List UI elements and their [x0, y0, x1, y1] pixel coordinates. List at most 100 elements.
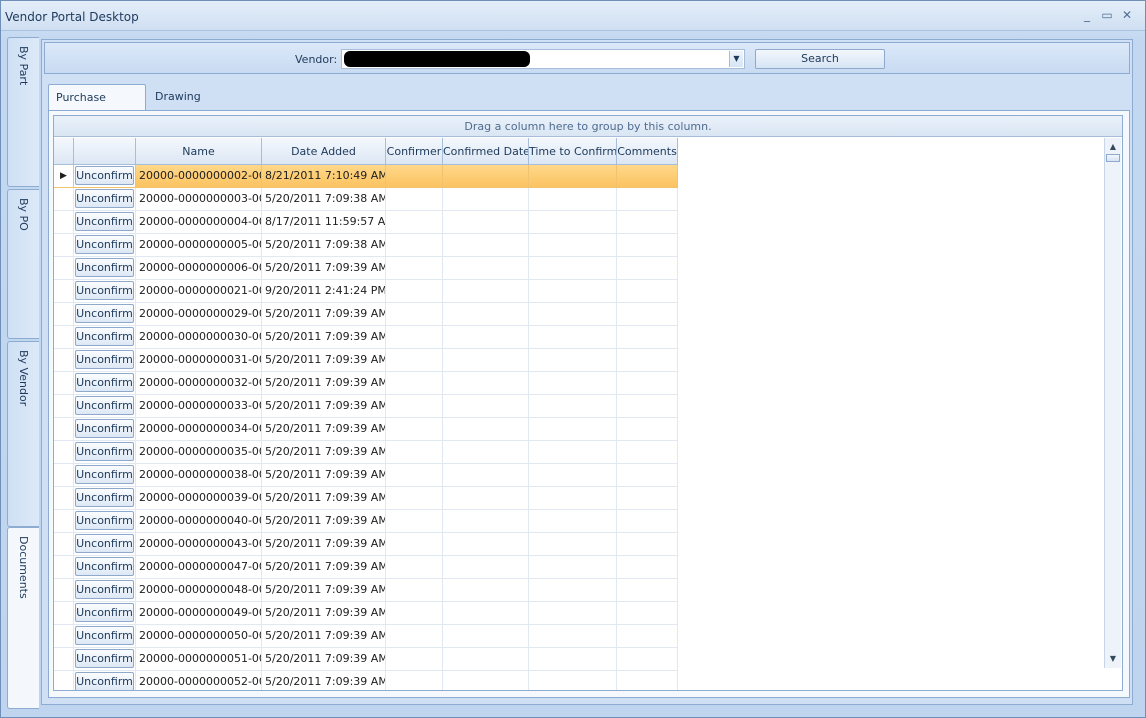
cell-confirmer[interactable]: [386, 671, 443, 690]
table-row[interactable]: Unconfirm 20000-0000000039-000 5/20/2011 7…: [54, 487, 678, 510]
cell-confirmer[interactable]: [386, 234, 443, 257]
unconfirm-button[interactable]: Unconfirm: [75, 350, 134, 369]
column-header-time-to-confirm[interactable]: Time to Confirm: [529, 138, 617, 165]
cell-time-to-confirm[interactable]: [529, 257, 617, 280]
cell-name[interactable]: 20000-0000000030-000: [136, 326, 262, 349]
cell-confirmed-date[interactable]: [443, 326, 529, 349]
cell-date-added[interactable]: 5/20/2011 7:09:39 AM: [262, 579, 386, 602]
cell-time-to-confirm[interactable]: [529, 464, 617, 487]
cell-date-added[interactable]: 5/20/2011 7:09:39 AM: [262, 326, 386, 349]
table-row[interactable]: Unconfirm 20000-0000000003-001 5/20/2011 7…: [54, 188, 678, 211]
unconfirm-button[interactable]: Unconfirm: [75, 603, 134, 622]
cell-date-added[interactable]: 8/17/2011 11:59:57 AM: [262, 211, 386, 234]
row-indicator[interactable]: [54, 487, 74, 510]
scroll-thumb[interactable]: [1106, 154, 1120, 162]
cell-name[interactable]: 20000-0000000004-001: [136, 211, 262, 234]
search-button[interactable]: Search: [755, 49, 885, 69]
unconfirm-button[interactable]: Unconfirm: [75, 557, 134, 576]
cell-confirmed-date[interactable]: [443, 395, 529, 418]
cell-name[interactable]: 20000-0000000039-000: [136, 487, 262, 510]
table-row[interactable]: Unconfirm 20000-0000000050-000 5/20/2011 7…: [54, 625, 678, 648]
cell-name[interactable]: 20000-0000000038-000: [136, 464, 262, 487]
table-row[interactable]: Unconfirm 20000-0000000021-002 9/20/2011 2…: [54, 280, 678, 303]
cell-name[interactable]: 20000-0000000033-001: [136, 395, 262, 418]
unconfirm-button[interactable]: Unconfirm: [75, 649, 134, 668]
row-indicator[interactable]: [54, 280, 74, 303]
unconfirm-button[interactable]: Unconfirm: [75, 465, 134, 484]
cell-confirmed-date[interactable]: [443, 303, 529, 326]
unconfirm-button[interactable]: Unconfirm: [75, 626, 134, 645]
cell-time-to-confirm[interactable]: [529, 579, 617, 602]
cell-confirmed-date[interactable]: [443, 671, 529, 690]
cell-time-to-confirm[interactable]: [529, 326, 617, 349]
group-by-panel[interactable]: Drag a column here to group by this colu…: [54, 116, 1122, 137]
cell-time-to-confirm[interactable]: [529, 188, 617, 211]
table-row[interactable]: Unconfirm 20000-0000000030-000 5/20/2011 7…: [54, 326, 678, 349]
cell-name[interactable]: 20000-0000000052-000: [136, 671, 262, 690]
row-indicator[interactable]: [54, 326, 74, 349]
cell-confirmer[interactable]: [386, 556, 443, 579]
cell-name[interactable]: 20000-0000000051-001: [136, 648, 262, 671]
side-tab-documents[interactable]: Documents: [7, 527, 39, 709]
close-icon[interactable]: ✕: [1119, 7, 1135, 23]
cell-date-added[interactable]: 5/20/2011 7:09:39 AM: [262, 441, 386, 464]
row-indicator[interactable]: [54, 441, 74, 464]
table-row[interactable]: Unconfirm 20000-0000000040-000 5/20/2011 7…: [54, 510, 678, 533]
table-row[interactable]: Unconfirm 20000-0000000033-001 5/20/2011 7…: [54, 395, 678, 418]
row-indicator[interactable]: [54, 349, 74, 372]
unconfirm-button[interactable]: Unconfirm: [75, 166, 134, 185]
cell-confirmed-date[interactable]: [443, 257, 529, 280]
cell-confirmed-date[interactable]: [443, 625, 529, 648]
cell-confirmer[interactable]: [386, 579, 443, 602]
side-tab-by-part[interactable]: By Part: [7, 37, 39, 187]
cell-confirmed-date[interactable]: [443, 211, 529, 234]
cell-date-added[interactable]: 5/20/2011 7:09:39 AM: [262, 625, 386, 648]
row-indicator[interactable]: [54, 464, 74, 487]
cell-confirmer[interactable]: [386, 211, 443, 234]
row-indicator[interactable]: [54, 234, 74, 257]
column-header-confirmer[interactable]: Confirmer: [386, 138, 443, 165]
cell-confirmer[interactable]: [386, 395, 443, 418]
cell-time-to-confirm[interactable]: [529, 234, 617, 257]
column-header-comments[interactable]: Comments: [617, 138, 678, 165]
cell-date-added[interactable]: 5/20/2011 7:09:38 AM: [262, 188, 386, 211]
table-row[interactable]: Unconfirm 20000-0000000047-000 5/20/2011 7…: [54, 556, 678, 579]
cell-comments[interactable]: [617, 510, 678, 533]
cell-confirmed-date[interactable]: [443, 602, 529, 625]
cell-name[interactable]: 20000-0000000002-002: [136, 165, 262, 188]
cell-time-to-confirm[interactable]: [529, 556, 617, 579]
cell-confirmed-date[interactable]: [443, 533, 529, 556]
cell-confirmed-date[interactable]: [443, 510, 529, 533]
cell-confirmed-date[interactable]: [443, 556, 529, 579]
row-indicator[interactable]: [54, 510, 74, 533]
vendor-select[interactable]: (redacted) ▼: [341, 49, 745, 69]
unconfirm-button[interactable]: Unconfirm: [75, 327, 134, 346]
cell-time-to-confirm[interactable]: [529, 303, 617, 326]
cell-confirmed-date[interactable]: [443, 372, 529, 395]
row-indicator[interactable]: [54, 418, 74, 441]
cell-confirmer[interactable]: [386, 165, 443, 188]
cell-name[interactable]: 20000-0000000035-001: [136, 441, 262, 464]
cell-comments[interactable]: [617, 579, 678, 602]
cell-confirmed-date[interactable]: [443, 418, 529, 441]
cell-name[interactable]: 20000-0000000029-000: [136, 303, 262, 326]
cell-comments[interactable]: [617, 671, 678, 690]
cell-name[interactable]: 20000-0000000005-000: [136, 234, 262, 257]
cell-date-added[interactable]: 5/20/2011 7:09:39 AM: [262, 510, 386, 533]
cell-date-added[interactable]: 5/20/2011 7:09:39 AM: [262, 395, 386, 418]
cell-date-added[interactable]: 5/20/2011 7:09:39 AM: [262, 671, 386, 690]
cell-confirmed-date[interactable]: [443, 648, 529, 671]
table-row[interactable]: Unconfirm 20000-0000000051-001 5/20/2011 7…: [54, 648, 678, 671]
cell-comments[interactable]: [617, 303, 678, 326]
unconfirm-button[interactable]: Unconfirm: [75, 672, 134, 690]
column-header-action[interactable]: [74, 138, 136, 165]
cell-confirmed-date[interactable]: [443, 464, 529, 487]
cell-time-to-confirm[interactable]: [529, 211, 617, 234]
cell-confirmer[interactable]: [386, 418, 443, 441]
cell-comments[interactable]: [617, 441, 678, 464]
unconfirm-button[interactable]: Unconfirm: [75, 419, 134, 438]
unconfirm-button[interactable]: Unconfirm: [75, 212, 134, 231]
cell-confirmed-date[interactable]: [443, 441, 529, 464]
cell-time-to-confirm[interactable]: [529, 349, 617, 372]
cell-comments[interactable]: [617, 487, 678, 510]
